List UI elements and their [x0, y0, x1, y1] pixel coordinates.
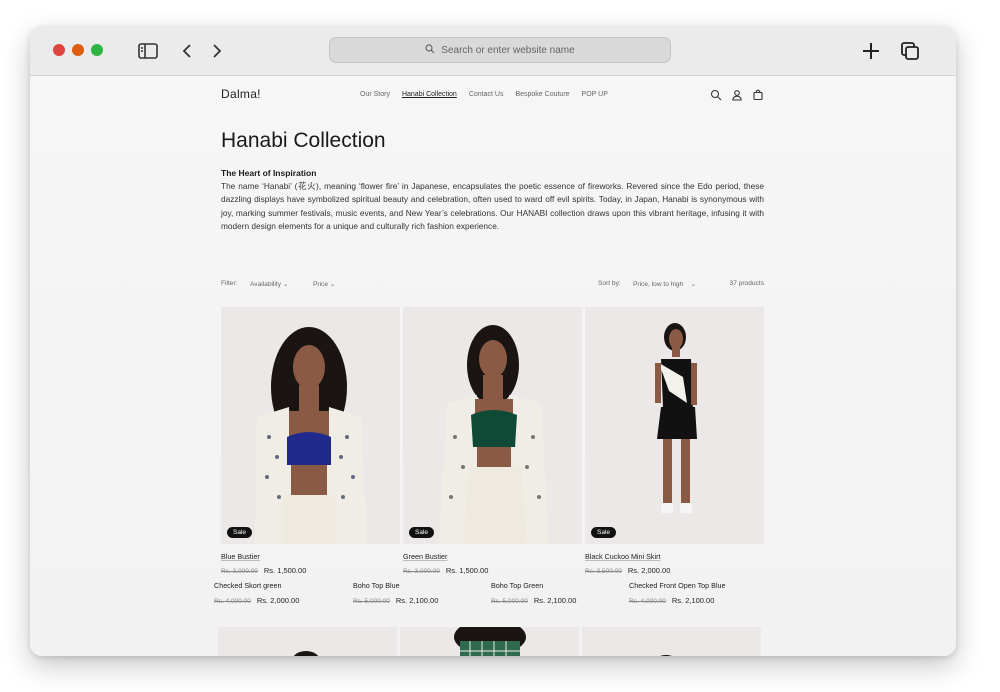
sale-price: Rs. 1,500.00: [445, 566, 489, 575]
sort-label: Sort by:: [598, 280, 621, 287]
browser-toolbar: Search or enter website name: [30, 26, 956, 76]
regular-price: Rs. 3,000.00: [221, 568, 258, 575]
product-prices: Rs. 5,000.00 Rs. 2,100.00: [491, 596, 576, 605]
product-name[interactable]: Boho Top Green: [491, 581, 576, 590]
sale-badge: Sale: [227, 527, 253, 538]
sale-price: Rs. 2,000.00: [627, 566, 671, 575]
product-card[interactable]: Sale Green Bustier Rs. 3,000.00 Rs. 1,50…: [403, 307, 582, 575]
intro-text: The name ‘Hanabi’ (花火), meaning ‘flower …: [221, 181, 764, 231]
search-icon: [425, 43, 435, 57]
chevron-down-icon: ⌄: [282, 281, 289, 288]
product-name[interactable]: Boho Top Blue: [353, 581, 438, 590]
header-icons: [710, 88, 764, 101]
main-menu: Our Story Hanabi Collection Contact Us B…: [360, 91, 608, 98]
filter-sort-bar: Filter: Availability ⌄ Price ⌄ Sort by: …: [221, 280, 764, 292]
product-image[interactable]: [400, 627, 579, 656]
intro-heading: The Heart of Inspiration: [221, 168, 317, 178]
product-card[interactable]: Sale Blue Bustier Rs. 3,000.00 Rs. 1,500…: [221, 307, 400, 575]
product-image[interactable]: [582, 627, 761, 656]
regular-price: Rs. 3,500.00: [585, 568, 622, 575]
product-name[interactable]: Checked Skort green: [214, 581, 299, 590]
regular-price: Rs. 3,000.00: [403, 568, 440, 575]
regular-price: Rs. 4,000.00: [629, 598, 666, 605]
product-image[interactable]: [218, 627, 397, 656]
product-card[interactable]: Checked Skort green Rs. 4,000.00 Rs. 2,0…: [214, 581, 299, 605]
product-prices: Rs. 4,000.00 Rs. 2,100.00: [629, 596, 726, 605]
nav-bespoke-couture[interactable]: Bespoke Couture: [515, 91, 569, 98]
sale-price: Rs. 2,100.00: [395, 596, 439, 605]
product-prices: Rs. 3,500.00 Rs. 2,000.00: [585, 566, 764, 575]
product-name[interactable]: Blue Bustier: [221, 552, 400, 561]
product-image[interactable]: Sale: [585, 307, 764, 544]
top-color: [287, 432, 331, 465]
nav-contact-us[interactable]: Contact Us: [469, 91, 504, 98]
product-card[interactable]: Boho Top Green Rs. 5,000.00 Rs. 2,100.00: [491, 581, 576, 605]
sale-price: Rs. 2,100.00: [671, 596, 715, 605]
web-page: Dalma! Our Story Hanabi Collection Conta…: [30, 77, 956, 656]
nav-our-story[interactable]: Our Story: [360, 91, 390, 98]
product-prices: Rs. 3,000.00 Rs. 1,500.00: [221, 566, 400, 575]
sale-price: Rs. 2,000.00: [256, 596, 300, 605]
product-image[interactable]: Sale: [403, 307, 582, 544]
forward-icon[interactable]: [204, 39, 228, 63]
regular-price: Rs. 5,000.00: [491, 598, 528, 605]
address-bar[interactable]: Search or enter website name: [329, 37, 671, 63]
zoom-window-button[interactable]: [91, 44, 103, 56]
availability-filter[interactable]: Availability ⌄: [250, 280, 288, 288]
sale-price: Rs. 2,100.00: [533, 596, 577, 605]
regular-price: Rs. 4,000.00: [214, 598, 251, 605]
product-card[interactable]: Sale Black Cuckoo Mini Skirt Rs. 3,500.0…: [585, 307, 764, 575]
chevron-down-icon: ⌄: [690, 281, 697, 288]
site-logo[interactable]: Dalma!: [221, 87, 261, 101]
search-icon[interactable]: [710, 88, 722, 101]
close-window-button[interactable]: [53, 44, 65, 56]
product-count: 37 products: [729, 280, 764, 287]
product-prices: Rs. 5,000.00 Rs. 2,100.00: [353, 596, 438, 605]
filter-label: Filter:: [221, 280, 238, 287]
site-header: Dalma! Our Story Hanabi Collection Conta…: [221, 87, 764, 105]
product-image[interactable]: Sale: [221, 307, 400, 544]
sale-badge: Sale: [409, 527, 435, 538]
product-name[interactable]: Green Bustier: [403, 552, 582, 561]
browser-window: Search or enter website name Dalma! Our …: [30, 26, 956, 656]
collection-title: Hanabi Collection: [221, 129, 386, 152]
tab-overview-icon[interactable]: [898, 39, 922, 63]
sort-select[interactable]: Price, low to high ⌄: [633, 280, 696, 288]
address-placeholder: Search or enter website name: [441, 44, 575, 56]
sale-badge: Sale: [591, 527, 617, 538]
product-card[interactable]: Checked Front Open Top Blue Rs. 4,000.00…: [629, 581, 726, 605]
regular-price: Rs. 5,000.00: [353, 598, 390, 605]
price-filter[interactable]: Price ⌄: [313, 280, 335, 288]
sale-price: Rs. 1,500.00: [263, 566, 307, 575]
new-tab-icon[interactable]: [859, 39, 883, 63]
nav-hanabi-collection[interactable]: Hanabi Collection: [402, 91, 457, 98]
minimize-window-button[interactable]: [72, 44, 84, 56]
account-icon[interactable]: [731, 88, 743, 101]
nav-pop-up[interactable]: POP UP: [582, 91, 608, 98]
cart-icon[interactable]: [752, 88, 764, 101]
back-icon[interactable]: [176, 39, 200, 63]
product-prices: Rs. 4,000.00 Rs. 2,000.00: [214, 596, 299, 605]
sidebar-toggle-icon[interactable]: [136, 39, 160, 63]
product-name[interactable]: Checked Front Open Top Blue: [629, 581, 726, 590]
product-name[interactable]: Black Cuckoo Mini Skirt: [585, 552, 764, 561]
product-prices: Rs. 3,000.00 Rs. 1,500.00: [403, 566, 582, 575]
product-card[interactable]: Boho Top Blue Rs. 5,000.00 Rs. 2,100.00: [353, 581, 438, 605]
chevron-down-icon: ⌄: [329, 281, 336, 288]
